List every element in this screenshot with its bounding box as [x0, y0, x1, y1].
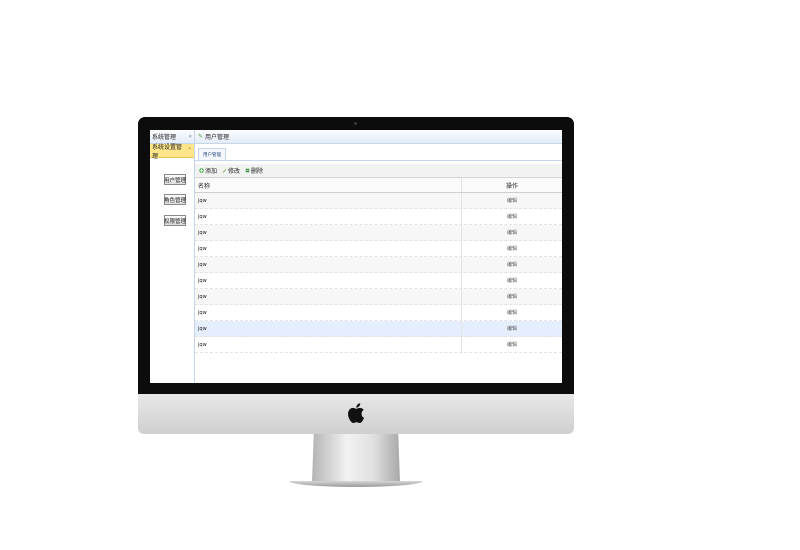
edit-link[interactable]: 编辑: [462, 193, 562, 208]
add-button[interactable]: 添加: [199, 166, 217, 175]
cell-name: jqw: [195, 273, 462, 288]
cell-name: jqw: [195, 209, 462, 224]
cell-name: jqw: [195, 257, 462, 272]
delete-label: 删除: [251, 168, 264, 175]
sidebar: 系统管理 « 系统设置管理 ⌃ 用户管理 角色管理 权限管理: [150, 130, 195, 383]
data-grid: 名称 操作 jqw 编辑 jqw 编辑 jqw 编辑 jqw 编辑 jqw 编辑 jqw 编辑 jqw 编…: [195, 178, 562, 353]
edit-link[interactable]: 编辑: [462, 209, 562, 224]
user-management-button[interactable]: 用户管理: [164, 174, 186, 185]
tab-label: 用户管理: [203, 152, 221, 158]
sidebar-group-system-settings[interactable]: 系统设置管理 ⌃: [150, 143, 194, 160]
cell-name: jqw: [195, 305, 462, 320]
table-row[interactable]: jqw 编辑: [195, 321, 562, 337]
toolbar: 添加 修改 删除: [195, 164, 562, 178]
cell-name: jqw: [195, 337, 462, 352]
edit-link[interactable]: 编辑: [462, 321, 562, 336]
delete-icon: [245, 168, 250, 173]
table-row[interactable]: jqw 编辑: [195, 273, 562, 289]
role-management-label: 角色管理: [164, 197, 187, 204]
delete-button[interactable]: 删除: [245, 166, 263, 175]
edit-link[interactable]: 编辑: [462, 289, 562, 304]
table-row[interactable]: jqw 编辑: [195, 225, 562, 241]
tab-user-management[interactable]: 用户管理: [198, 148, 226, 160]
camera-dot: [354, 122, 357, 125]
main-panel: ✎ 用户管理 用户管理 添加 修改 删除 名称 操作 jqw 编辑 jqw 编辑…: [195, 130, 562, 383]
permission-management-button[interactable]: 权限管理: [164, 215, 186, 226]
grid-header: 名称 操作: [195, 178, 562, 193]
table-row[interactable]: jqw 编辑: [195, 305, 562, 321]
cell-name: jqw: [195, 321, 462, 336]
admin-app: 系统管理 « 系统设置管理 ⌃ 用户管理 角色管理 权限管理 ✎ 用户管理 用户…: [150, 130, 562, 383]
permission-management-label: 权限管理: [164, 218, 187, 225]
double-chevron-left-icon[interactable]: «: [188, 133, 192, 140]
cell-name: jqw: [195, 241, 462, 256]
add-label: 添加: [205, 168, 218, 175]
apple-logo-icon: [348, 403, 364, 424]
grid-body: jqw 编辑 jqw 编辑 jqw 编辑 jqw 编辑 jqw 编辑 jqw 编辑 jqw 编辑 jqw 编辑…: [195, 193, 562, 353]
tab-bar: 用户管理: [195, 144, 562, 161]
edit-link[interactable]: 编辑: [462, 305, 562, 320]
edit-link[interactable]: 编辑: [462, 241, 562, 256]
edit-link[interactable]: 编辑: [462, 257, 562, 272]
sidebar-title: 系统管理: [152, 134, 177, 141]
column-header-action[interactable]: 操作: [462, 178, 562, 192]
monitor-bezel: 系统管理 « 系统设置管理 ⌃ 用户管理 角色管理 权限管理 ✎ 用户管理 用户…: [138, 117, 574, 394]
cell-name: jqw: [195, 193, 462, 208]
user-management-label: 用户管理: [164, 177, 187, 184]
monitor-stand-neck: [312, 434, 400, 482]
add-icon: [199, 168, 204, 173]
main-title: 用户管理: [205, 134, 230, 141]
table-row[interactable]: jqw 编辑: [195, 209, 562, 225]
cell-name: jqw: [195, 289, 462, 304]
table-row[interactable]: jqw 编辑: [195, 193, 562, 209]
main-header: ✎ 用户管理: [195, 130, 562, 144]
cell-name: jqw: [195, 225, 462, 240]
chevron-up-icon: ⌃: [186, 147, 192, 154]
imac-mockup: 系统管理 « 系统设置管理 ⌃ 用户管理 角色管理 权限管理 ✎ 用户管理 用户…: [0, 0, 800, 550]
monitor-screen: 系统管理 « 系统设置管理 ⌃ 用户管理 角色管理 权限管理 ✎ 用户管理 用户…: [150, 130, 562, 383]
edit-label: 修改: [228, 168, 241, 175]
sidebar-group-label: 系统设置管理: [152, 143, 183, 160]
monitor-chin: [138, 394, 574, 434]
edit-icon: ✎: [198, 133, 204, 140]
table-row[interactable]: jqw 编辑: [195, 241, 562, 257]
table-row[interactable]: jqw 编辑: [195, 257, 562, 273]
edit-link[interactable]: 编辑: [462, 273, 562, 288]
table-row[interactable]: jqw 编辑: [195, 337, 562, 353]
role-management-button[interactable]: 角色管理: [164, 194, 186, 205]
monitor-stand-foot: [289, 481, 423, 487]
edit-link[interactable]: 编辑: [462, 337, 562, 352]
edit-button[interactable]: 修改: [222, 166, 240, 175]
edit-link[interactable]: 编辑: [462, 225, 562, 240]
column-header-name[interactable]: 名称: [195, 178, 462, 192]
table-row[interactable]: jqw 编辑: [195, 289, 562, 305]
pencil-icon: [222, 169, 227, 173]
